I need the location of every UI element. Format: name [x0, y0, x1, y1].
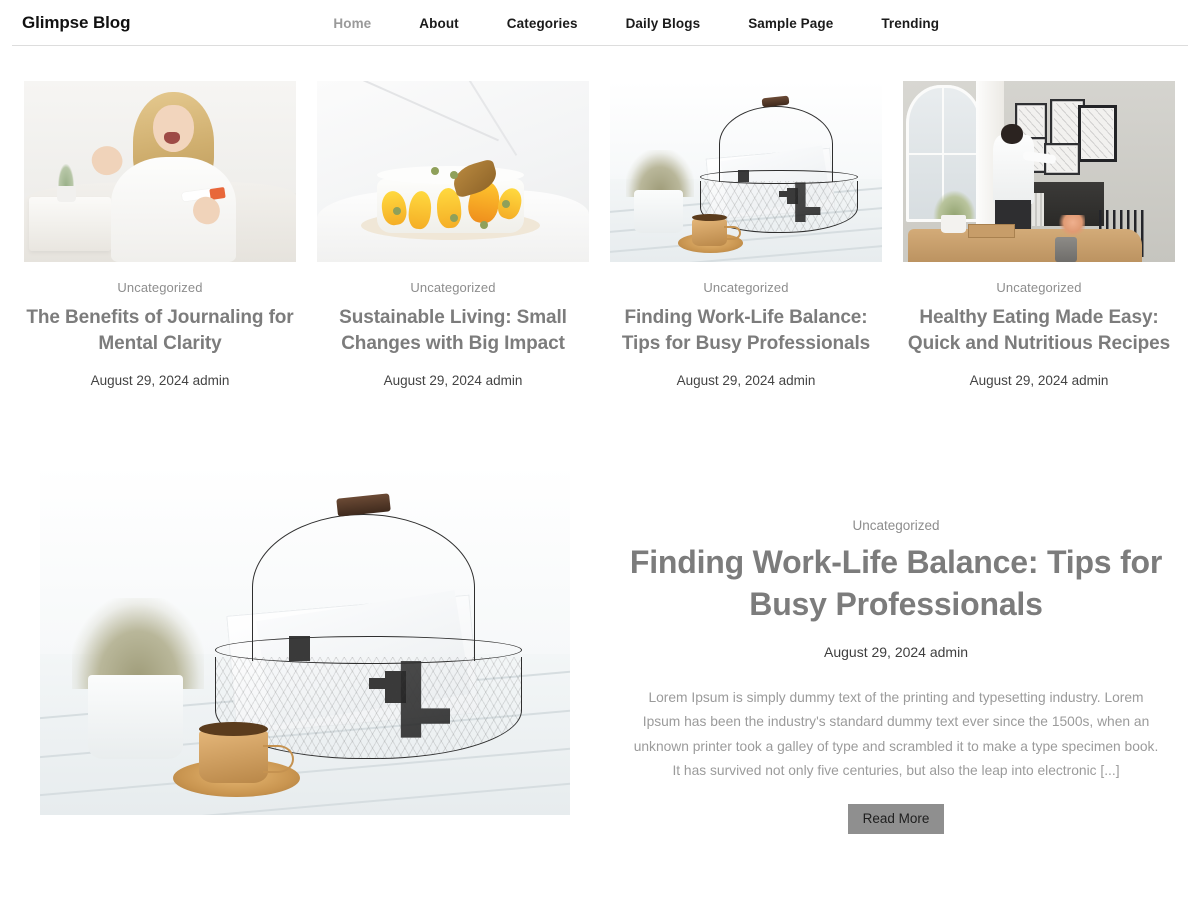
nav-item-about[interactable]: About	[419, 12, 458, 35]
nav-item-categories[interactable]: Categories	[507, 12, 578, 35]
post-category[interactable]: Uncategorized	[117, 280, 202, 295]
post-thumbnail-healthy-eating[interactable]	[903, 81, 1175, 262]
woman-celebrating-in-bright-bedroom-photo	[24, 81, 296, 262]
post-thumbnail-work-life-balance[interactable]	[610, 81, 882, 262]
read-more-button[interactable]: Read More	[847, 803, 945, 835]
featured-post-title[interactable]: Finding Work-Life Balance: Tips for Busy…	[624, 541, 1169, 626]
post-meta: August 29, 2024 admin	[676, 372, 816, 388]
featured-post-meta: August 29, 2024 admin	[824, 643, 968, 660]
nav-item-sample-page[interactable]: Sample Page	[748, 12, 833, 35]
white-cake-with-yellow-petals-photo	[317, 81, 589, 262]
main-navigation: Home About Categories Daily Blogs Sample…	[333, 12, 939, 35]
post-meta: August 29, 2024 admin	[969, 372, 1109, 388]
featured-post: Uncategorized Finding Work-Life Balance:…	[0, 388, 1200, 835]
nav-item-daily-blogs[interactable]: Daily Blogs	[626, 12, 701, 35]
post-card-grid: Uncategorized The Benefits of Journaling…	[0, 46, 1200, 388]
post-card: Uncategorized The Benefits of Journaling…	[24, 81, 296, 388]
nav-item-home[interactable]: Home	[333, 12, 371, 35]
featured-post-body: Uncategorized Finding Work-Life Balance:…	[616, 465, 1176, 835]
post-category[interactable]: Uncategorized	[703, 280, 788, 295]
post-title[interactable]: The Benefits of Journaling for Mental Cl…	[24, 305, 296, 357]
post-title[interactable]: Sustainable Living: Small Changes with B…	[317, 305, 589, 357]
post-meta: August 29, 2024 admin	[383, 372, 523, 388]
post-category[interactable]: Uncategorized	[410, 280, 495, 295]
post-thumbnail-sustainable-living[interactable]	[317, 81, 589, 262]
post-meta: August 29, 2024 admin	[90, 372, 230, 388]
featured-post-excerpt: Lorem Ipsum is simply dummy text of the …	[633, 689, 1159, 779]
post-thumbnail-journaling[interactable]	[24, 81, 296, 262]
site-title[interactable]: Glimpse Blog	[22, 13, 130, 33]
post-category[interactable]: Uncategorized	[996, 280, 1081, 295]
site-header: Glimpse Blog Home About Categories Daily…	[0, 0, 1200, 46]
man-hanging-picture-frames-photo	[903, 81, 1175, 262]
post-card: Uncategorized Finding Work-Life Balance:…	[610, 81, 882, 388]
featured-post-category[interactable]: Uncategorized	[852, 518, 939, 533]
featured-post-thumbnail[interactable]	[40, 464, 570, 815]
wire-basket-newspapers-copper-cup-photo	[610, 81, 882, 262]
post-title[interactable]: Finding Work-Life Balance: Tips for Busy…	[610, 305, 882, 357]
wire-basket-newspapers-copper-cup-photo	[40, 464, 570, 815]
nav-item-trending[interactable]: Trending	[881, 12, 939, 35]
post-title[interactable]: Healthy Eating Made Easy: Quick and Nutr…	[903, 305, 1175, 357]
post-card: Uncategorized Healthy Eating Made Easy: …	[903, 81, 1175, 388]
post-card: Uncategorized Sustainable Living: Small …	[317, 81, 589, 388]
